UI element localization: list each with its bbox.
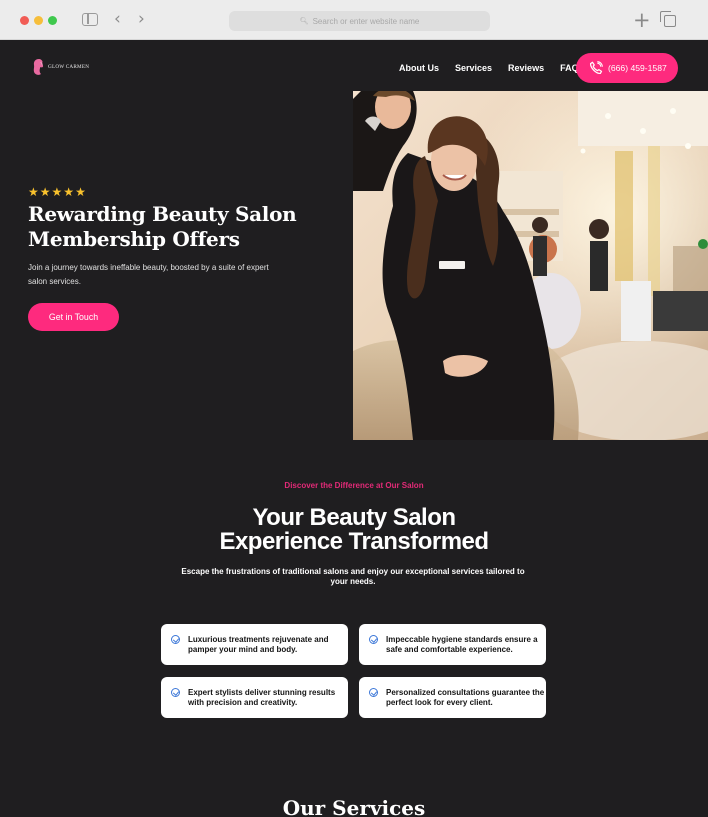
phone-call-button[interactable]: (666) 459-1587 bbox=[576, 53, 678, 83]
maximize-window-button[interactable] bbox=[48, 16, 57, 25]
nav-about-us[interactable]: About Us bbox=[399, 63, 439, 73]
salon-photo bbox=[353, 91, 708, 440]
feature-card: Expert stylists deliver stunning results… bbox=[161, 677, 348, 718]
site-logo[interactable]: GLOW CARMEN bbox=[32, 58, 89, 76]
star-icon: ★ bbox=[51, 185, 63, 199]
section-title-line-2: Experience Transformed bbox=[219, 528, 489, 555]
nav-services[interactable]: Services bbox=[455, 63, 492, 73]
services-section-title: Our Services bbox=[282, 796, 426, 817]
website-page: GLOW CARMEN About Us Services Reviews FA… bbox=[0, 40, 708, 817]
browser-toolbar: ‹ › 🔍︎ Search or enter website name + bbox=[0, 0, 708, 40]
feature-card: Luxurious treatments rejuvenate and pamp… bbox=[161, 624, 348, 665]
hero-subtitle: Join a journey towards ineffable beauty,… bbox=[28, 263, 269, 286]
address-bar[interactable]: 🔍︎ Search or enter website name bbox=[229, 11, 490, 31]
section-eyebrow: Discover the Difference at Our Salon bbox=[284, 481, 424, 490]
back-arrow-icon[interactable]: ‹ bbox=[114, 9, 121, 29]
feature-text: Impeccable hygiene standards ensure a sa… bbox=[386, 634, 538, 654]
star-icon: ★ bbox=[39, 185, 51, 199]
check-circle-icon bbox=[369, 635, 378, 644]
close-window-button[interactable] bbox=[20, 16, 29, 25]
rating-stars: ★ ★ ★ ★ ★ bbox=[28, 186, 87, 198]
forward-arrow-icon[interactable]: › bbox=[138, 9, 145, 29]
section-title-line-1: Your Beauty Salon bbox=[252, 504, 456, 531]
salon-photo-illustration bbox=[353, 91, 708, 440]
feature-card: Impeccable hygiene standards ensure a sa… bbox=[359, 624, 546, 665]
minimize-window-button[interactable] bbox=[34, 16, 43, 25]
feature-text: Luxurious treatments rejuvenate and pamp… bbox=[188, 634, 329, 654]
nav-reviews[interactable]: Reviews bbox=[508, 63, 544, 73]
get-in-touch-button[interactable]: Get in Touch bbox=[28, 303, 119, 331]
phone-number-label: (666) 459-1587 bbox=[608, 63, 667, 73]
hero-title-line-1: Rewarding Beauty Salon bbox=[28, 202, 297, 226]
star-icon: ★ bbox=[28, 185, 39, 199]
hero-title: Rewarding Beauty Salon Membership Offers bbox=[28, 202, 328, 252]
check-circle-icon bbox=[171, 688, 180, 697]
section-subtitle: Escape the frustrations of traditional s… bbox=[181, 567, 525, 586]
feature-text: Expert stylists deliver stunning results… bbox=[188, 687, 336, 707]
address-placeholder: Search or enter website name bbox=[312, 16, 420, 26]
star-icon: ★ bbox=[63, 185, 75, 199]
section-title: Your Beauty Salon Experience Transformed bbox=[0, 506, 708, 554]
star-icon: ★ bbox=[75, 185, 86, 199]
check-circle-icon bbox=[369, 688, 378, 697]
new-tab-plus-icon[interactable]: + bbox=[633, 8, 651, 32]
woman-silhouette-logo-icon bbox=[33, 59, 44, 75]
feature-text: Personalized consultations guarantee the… bbox=[386, 687, 545, 707]
feature-card: Personalized consultations guarantee the… bbox=[359, 677, 546, 718]
hero-title-line-2: Membership Offers bbox=[28, 227, 240, 251]
sidebar-toggle-icon[interactable] bbox=[82, 13, 98, 26]
search-icon: 🔍︎ bbox=[299, 18, 309, 25]
tab-overview-icon[interactable] bbox=[660, 11, 676, 27]
check-circle-icon bbox=[171, 635, 180, 644]
logo-text: GLOW CARMEN bbox=[48, 64, 90, 70]
main-nav: About Us Services Reviews FAQ bbox=[399, 63, 595, 73]
phone-icon bbox=[589, 61, 603, 75]
